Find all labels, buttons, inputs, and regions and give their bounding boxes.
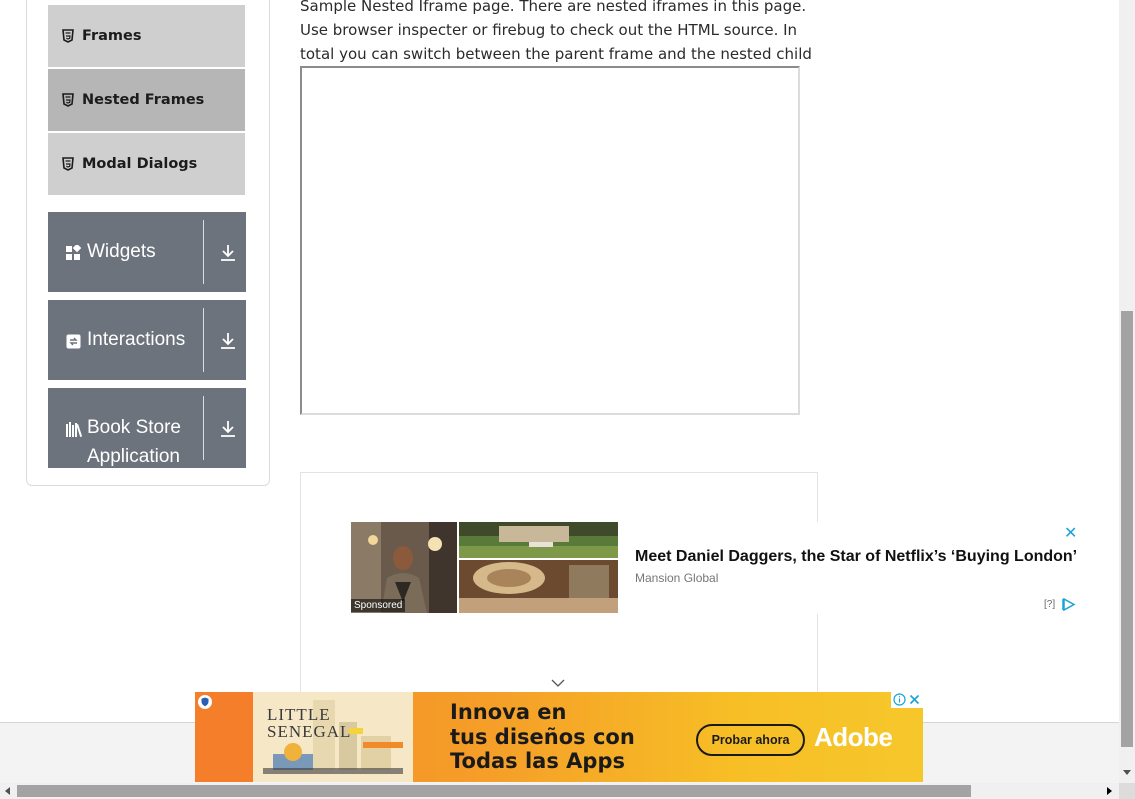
chevron-down-icon[interactable]	[550, 678, 566, 688]
html5-icon	[62, 93, 74, 107]
sidebar-item-frames[interactable]: Frames	[48, 5, 245, 67]
native-ad[interactable]: Sponsored Meet Daniel Daggers, the Star …	[351, 522, 1086, 614]
vertical-scroll-thumb[interactable]	[1121, 311, 1133, 747]
sidebar-item-label: Frames	[82, 28, 142, 44]
sidebar-item-label: Modal Dialogs	[82, 156, 198, 172]
html5-icon	[62, 157, 74, 171]
ad-headline[interactable]: Meet Daniel Daggers, the Star of Netflix…	[635, 548, 1077, 566]
sidebar-group-label-line1: Book Store	[87, 417, 181, 438]
try-now-button[interactable]: Probar ahora	[696, 724, 805, 756]
sidebar-group-widgets[interactable]: Widgets	[48, 212, 246, 292]
scrollbar-corner	[1119, 783, 1135, 799]
banner-ad[interactable]: LITTLE SENEGAL Innova en tus diseños con…	[195, 692, 923, 782]
sidebar-group-label: Widgets	[87, 241, 156, 262]
sponsored-label: Sponsored	[351, 599, 406, 612]
group-divider	[203, 308, 204, 372]
banner-art-text: LITTLE SENEGAL	[267, 705, 352, 741]
scroll-down-arrow-icon[interactable]	[1121, 765, 1133, 779]
banner-headline: Innova en tus diseños con Todas las Apps	[450, 700, 635, 773]
info-icon[interactable]	[893, 693, 906, 706]
group-divider	[203, 220, 204, 284]
close-icon[interactable]	[908, 693, 921, 706]
html5-icon	[62, 29, 74, 43]
sidebar-group-book-store[interactable]: Book Store Application	[48, 388, 246, 468]
sidebar-item-label: Nested Frames	[82, 92, 205, 108]
books-icon	[66, 422, 83, 437]
banner-artwork[interactable]: LITTLE SENEGAL	[253, 692, 413, 782]
sidebar-group-label-line2: Application	[87, 446, 180, 467]
download-arrow-icon[interactable]	[220, 244, 236, 262]
sidebar-item-modal-dialogs[interactable]: Modal Dialogs	[48, 133, 245, 195]
scroll-right-arrow-icon[interactable]	[1104, 785, 1114, 797]
adchoices-icon[interactable]	[1062, 598, 1076, 611]
sidebar-group-interactions[interactable]: Interactions	[48, 300, 246, 380]
widgets-icon	[66, 245, 81, 260]
download-arrow-icon[interactable]	[220, 420, 236, 438]
group-divider	[203, 396, 204, 460]
ad-image-garden[interactable]	[459, 522, 618, 558]
ad-source: Mansion Global	[635, 571, 719, 585]
scroll-left-arrow-icon[interactable]	[3, 785, 13, 797]
horizontal-scroll-thumb[interactable]	[17, 785, 971, 797]
interactions-icon	[66, 334, 81, 349]
download-arrow-icon[interactable]	[220, 332, 236, 350]
parent-iframe[interactable]	[300, 66, 800, 415]
ad-image-interior[interactable]	[459, 560, 618, 613]
shield-icon[interactable]	[198, 695, 212, 709]
close-icon[interactable]: ✕	[1064, 523, 1077, 543]
brand-logo: Adobe	[814, 722, 893, 752]
ad-help-link[interactable]: [?]	[1044, 599, 1055, 610]
banner-ad-controls	[891, 692, 923, 708]
sidebar-item-nested-frames[interactable]: Nested Frames	[48, 69, 245, 131]
sidebar-group-label: Interactions	[87, 329, 186, 350]
